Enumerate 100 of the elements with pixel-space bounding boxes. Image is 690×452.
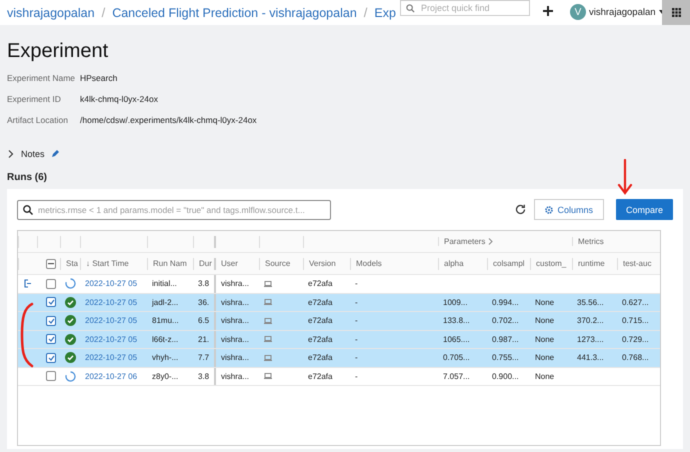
compare-button[interactable]: Compare xyxy=(616,199,673,220)
apps-grid-button[interactable] xyxy=(662,0,690,25)
start-time-link[interactable]: 2022-10-27 05 xyxy=(80,334,147,344)
column-header[interactable]: custom_ xyxy=(530,258,572,270)
column-header[interactable]: Version xyxy=(303,258,350,270)
table-cell-text: None xyxy=(534,352,556,364)
check-icon xyxy=(48,336,54,342)
check-icon xyxy=(48,354,54,361)
column-header[interactable]: Sta xyxy=(60,258,80,270)
refresh-button[interactable] xyxy=(515,204,526,215)
start-time-link[interactable]: 2022-10-27 05 xyxy=(80,279,147,288)
table-cell-text: 0.705... xyxy=(442,352,471,364)
table-cell-text: 7.057... xyxy=(442,370,471,383)
start-time-link[interactable]: 2022-10-27 06 xyxy=(80,372,147,381)
table-cell-text: 35.56... xyxy=(576,296,605,309)
table-cell-text: 0.755... xyxy=(491,352,520,364)
row-checkbox[interactable] xyxy=(46,316,56,326)
table-cell-text: 1065.... xyxy=(442,334,471,346)
column-header[interactable]: User xyxy=(214,258,259,270)
laptop-icon xyxy=(264,354,272,361)
row-checkbox[interactable] xyxy=(46,278,56,289)
detail-label: Experiment Name xyxy=(7,72,76,82)
start-time-link[interactable]: 2022-10-27 05 xyxy=(80,316,147,326)
group-label: Parameters xyxy=(444,237,486,246)
table-cell-text: 0.768... xyxy=(621,352,650,364)
column-header[interactable]: runtime xyxy=(572,258,617,270)
column-header[interactable]: Run Nam xyxy=(147,258,193,270)
runs-heading: Runs (6) xyxy=(7,172,48,183)
check-icon xyxy=(48,318,54,324)
page-title: Experiment xyxy=(7,40,110,63)
table-cell-text: - xyxy=(354,278,359,290)
table-cell-text: - xyxy=(354,370,359,383)
grid-icon xyxy=(672,8,680,17)
table-cell-text: - xyxy=(354,352,359,364)
user-avatar: V xyxy=(570,4,586,20)
table-cell-text: jadl-2... xyxy=(150,296,180,309)
start-time-link[interactable]: 2022-10-27 05 xyxy=(80,353,147,362)
column-header[interactable]: Models xyxy=(350,258,438,270)
table-cell-text: 0.702... xyxy=(491,315,520,328)
column-header[interactable]: test-auc xyxy=(617,258,659,270)
table-cell-text: initial... xyxy=(151,278,178,290)
table-cell-text: - xyxy=(354,334,359,346)
runs-search-field[interactable]: metrics.rmse < 1 and params.model = "true" and tags.mlflow.source.t... xyxy=(17,200,331,220)
table-cell-text: None xyxy=(534,296,556,309)
table-cell-text: e72afa xyxy=(307,334,334,346)
column-header[interactable]: Source xyxy=(259,258,303,270)
table-cell-text: 370.2... xyxy=(576,315,605,328)
table-cell-text: e72afa xyxy=(307,370,334,383)
search-icon xyxy=(406,4,415,12)
bracket-annotation xyxy=(20,302,34,368)
table-cell-text: None xyxy=(534,315,556,328)
table-cell-text: 0.715... xyxy=(621,315,650,328)
table-cell-text: 0.987... xyxy=(491,334,520,346)
table-cell-text: None xyxy=(534,370,556,383)
laptop-icon xyxy=(264,373,272,380)
breadcrumb-link[interactable]: Canceled Flight Prediction - vishrajagopalan xyxy=(112,6,357,20)
row-checkbox[interactable] xyxy=(46,371,56,382)
start-time-link[interactable]: 2022-10-27 05 xyxy=(80,298,147,307)
search-field[interactable]: Project quick find xyxy=(400,0,530,16)
column-header[interactable]: Dur xyxy=(193,258,214,270)
select-all-checkbox[interactable] xyxy=(46,258,56,268)
table-cell-text: 36. xyxy=(197,296,210,309)
group-label: Metrics xyxy=(578,237,604,246)
table-cell-text: e72afa xyxy=(307,296,334,309)
check-icon xyxy=(48,299,54,306)
detail-value: k4lk-chmq-l0yx-24ox xyxy=(80,94,159,104)
table-cell-text: - xyxy=(354,315,359,328)
laptop-icon xyxy=(264,280,272,287)
table-cell-text: 6.5 xyxy=(197,315,210,328)
table-cell-text: 0.729... xyxy=(621,334,650,346)
detail-value: HPsearch xyxy=(80,72,118,82)
notes-label: Notes xyxy=(21,149,45,159)
row-checkbox[interactable] xyxy=(46,297,56,308)
column-header[interactable]: colsampl xyxy=(487,258,530,270)
table-cell-text: 21. xyxy=(197,334,210,346)
table-cell-text: 0.994... xyxy=(491,296,520,309)
laptop-icon xyxy=(264,318,272,324)
gear-icon xyxy=(545,206,554,214)
table-cell: vishra... xyxy=(214,368,259,385)
row-checkbox[interactable] xyxy=(46,334,56,344)
pencil-icon[interactable] xyxy=(50,150,59,158)
column-header[interactable]: alpha xyxy=(438,258,487,270)
detail-label: Experiment ID xyxy=(7,94,62,104)
breadcrumb-separator: / xyxy=(102,5,106,20)
table-cell-text: None xyxy=(534,334,556,346)
table-cell-text: 0.627... xyxy=(621,296,650,309)
detail-label: Artifact Location xyxy=(7,114,69,124)
table-cell-text: 1009... xyxy=(442,296,468,309)
column-header[interactable]: ↓ Start Time xyxy=(80,258,147,270)
columns-button[interactable]: Columns xyxy=(534,199,604,220)
row-checkbox[interactable] xyxy=(46,352,56,363)
table-cell-text: 81mu... xyxy=(151,315,180,328)
breadcrumb-link[interactable]: vishrajagopalan xyxy=(7,6,95,20)
collapse-icon[interactable] xyxy=(24,279,32,288)
table-cell-text: e72afa xyxy=(307,352,334,364)
table-cell-text: vhyh-... xyxy=(151,352,180,364)
breadcrumb-link[interactable]: Exp xyxy=(374,6,396,20)
table-cell-text: z8y0-... xyxy=(151,370,180,383)
detail-value: /home/cdsw/.experiments/k4lk-chmq-l0yx-24ox xyxy=(80,114,258,124)
chevron-icon[interactable] xyxy=(7,150,15,158)
